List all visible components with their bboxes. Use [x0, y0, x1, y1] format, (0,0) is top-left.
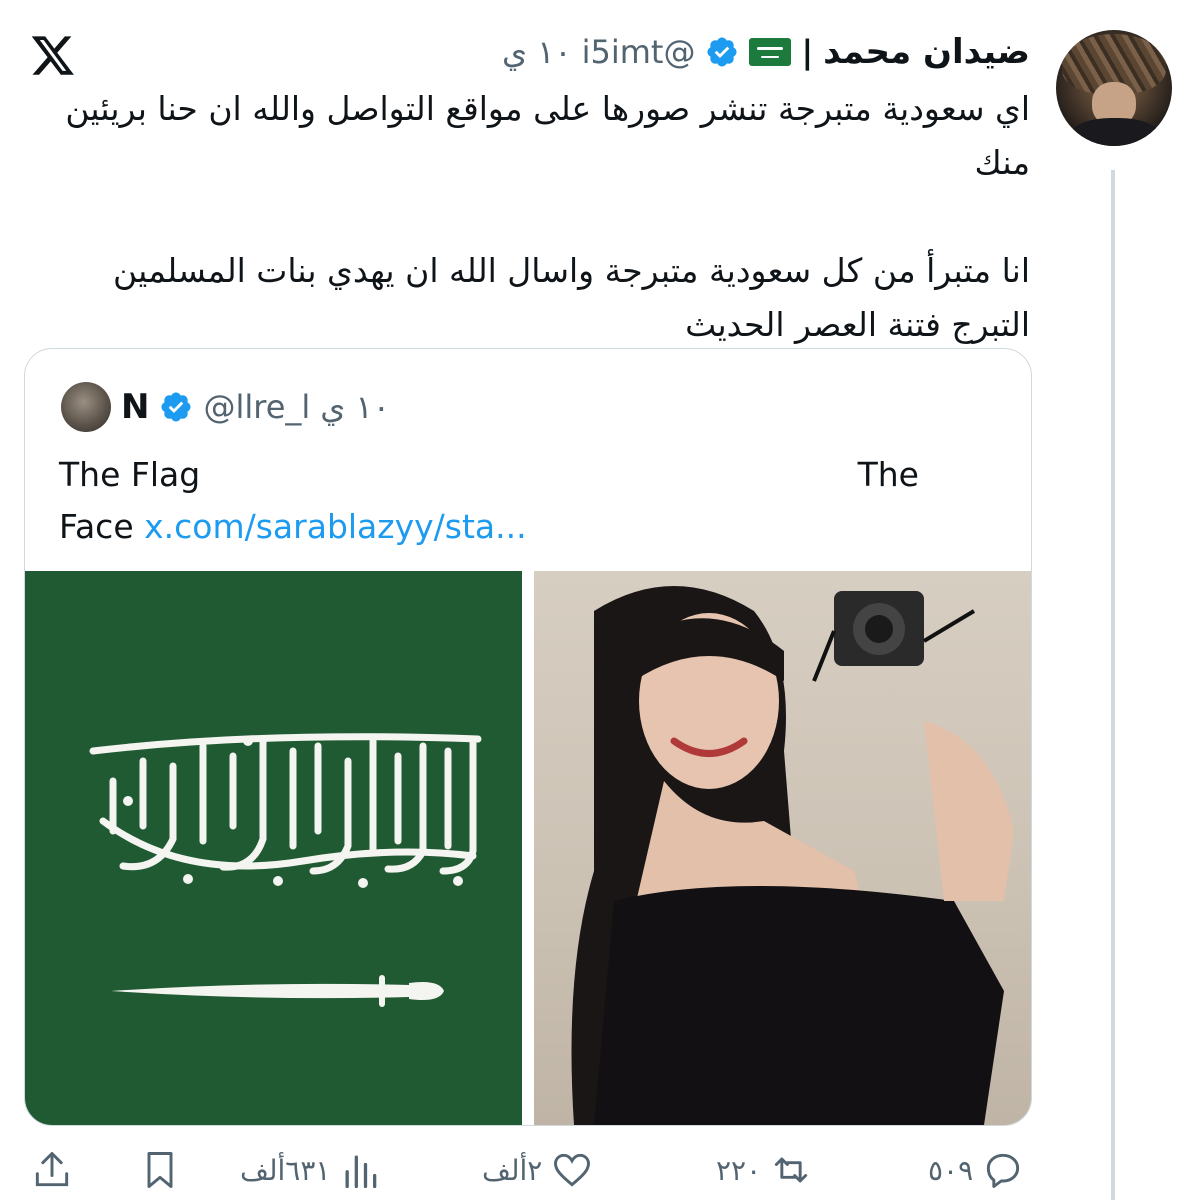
quoted-author-avatar[interactable] [61, 382, 111, 432]
author-avatar[interactable] [1056, 30, 1172, 146]
retweet-icon [774, 1157, 808, 1183]
saudi-flag-emoji-icon [749, 38, 792, 66]
body-graphic [1070, 118, 1160, 146]
quoted-tweet-card[interactable]: N @llre_l ١٠ ي The Flag The Face x.com/s… [24, 348, 1032, 1126]
quoted-tweet-body: The Flag The Face x.com/sarablazyy/sta..… [59, 449, 919, 553]
share-icon [35, 1152, 69, 1187]
tweet-actions-bar: ٦٣١ألف ٢ألف ٢٢٠ ٥٠٩ [0, 1138, 1194, 1200]
bookmark-icon [147, 1152, 173, 1188]
quoted-tweet-time: ١٠ ي [320, 388, 390, 426]
tweet-header: ضيدان محمد | @i5imt ١٠ ي [502, 26, 1030, 78]
tweet-paragraph-2: انا متبرأ من كل سعودية متبرجة واسال الله… [112, 251, 1030, 344]
quoted-author-name[interactable]: N [121, 387, 149, 427]
quoted-text-left: The Flag [59, 455, 201, 494]
tweet-paragraph-1: اي سعودية متبرجة تنشر صورها على مواقع ال… [65, 89, 1030, 182]
name-separator: | [801, 33, 814, 71]
sword-graphic [111, 975, 444, 1007]
verified-badge-icon [161, 392, 191, 422]
author-name[interactable]: ضيدان محمد [823, 32, 1030, 72]
heart-icon [554, 1153, 591, 1187]
views-button[interactable]: ٦٣١ألف [240, 1148, 382, 1192]
quoted-tweet-header: N @llre_l ١٠ ي [61, 379, 390, 435]
author-handle[interactable]: @i5imt [582, 33, 696, 71]
saudi-flag-image[interactable] [25, 571, 522, 1125]
reply-button[interactable]: ٥٠٩ [928, 1148, 1025, 1192]
reply-icon [986, 1153, 1020, 1188]
share-button[interactable] [30, 1148, 74, 1192]
views-count: ٦٣١ألف [240, 1153, 331, 1187]
tweet-time[interactable]: ١٠ ي [502, 33, 572, 71]
like-count: ٢ألف [482, 1153, 543, 1187]
bookmark-button[interactable] [138, 1148, 182, 1192]
portrait-graphic [571, 586, 1014, 1125]
tweet-body: اي سعودية متبرجة تنشر صورها على مواقع ال… [30, 82, 1030, 352]
retweet-button[interactable]: ٢٢٠ [716, 1148, 813, 1192]
quoted-text-line2: Face [59, 507, 134, 546]
x-logo-icon[interactable] [30, 32, 76, 78]
quoted-text-right: The [857, 455, 919, 494]
woman-with-camera-photo[interactable] [534, 571, 1031, 1125]
quoted-author-handle[interactable]: @llre_l [203, 388, 310, 426]
thread-line [1111, 170, 1115, 1200]
quoted-tweet-link[interactable]: x.com/sarablazyy/sta... [144, 507, 526, 546]
like-button[interactable]: ٢ألف [482, 1148, 594, 1192]
reply-count: ٥٠٩ [928, 1153, 974, 1187]
retweet-count: ٢٢٠ [716, 1153, 762, 1187]
shahada-calligraphy-graphic [89, 733, 482, 888]
verified-badge-icon [707, 37, 737, 67]
views-icon [345, 1155, 377, 1189]
